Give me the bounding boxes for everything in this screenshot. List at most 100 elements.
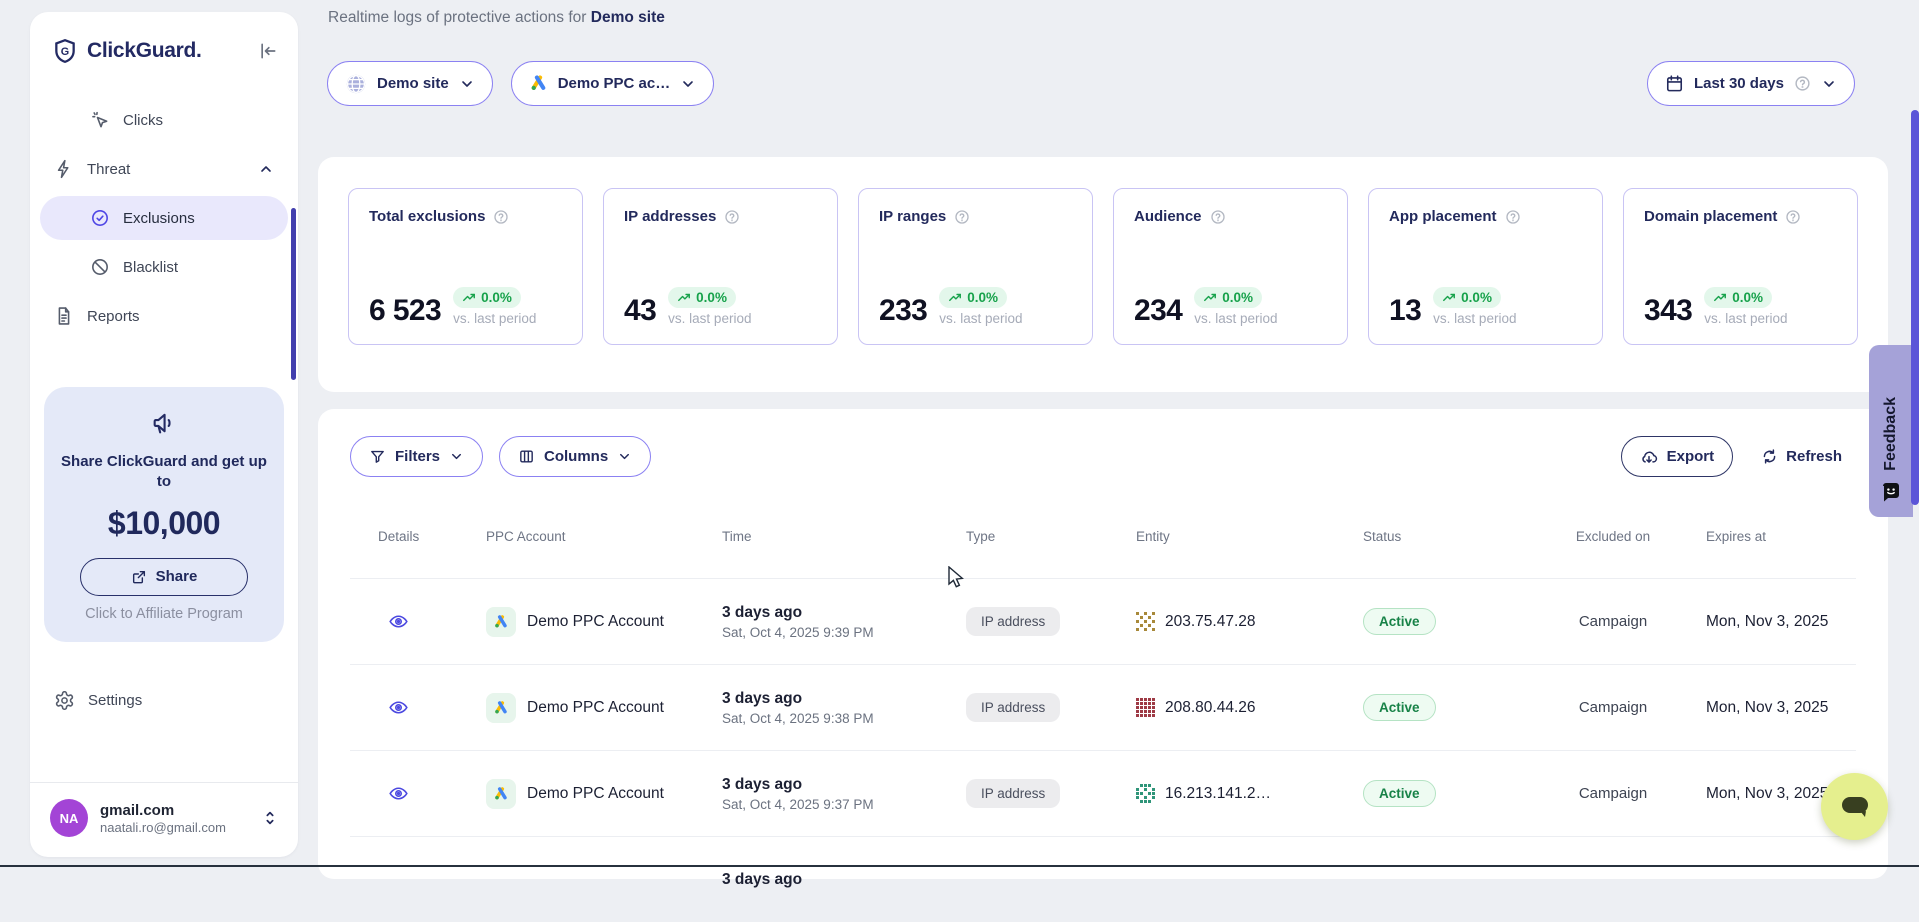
logo-text: ClickGuard. (87, 39, 202, 63)
sidebar-item-reports[interactable]: Reports (40, 294, 288, 338)
status-cell: Active (1363, 694, 1560, 721)
trending-up-icon (677, 291, 691, 305)
delta-value: 0.0% (481, 290, 512, 305)
sidebar: G ClickGuard. Clicks Threat (30, 12, 298, 857)
collapse-sidebar-icon[interactable] (258, 41, 278, 61)
affiliate-promo-card[interactable]: Share ClickGuard and get up to $10,000 S… (44, 387, 284, 642)
refresh-button[interactable]: Refresh (1761, 448, 1842, 465)
entity-cell: 208.80.44.26 (1136, 698, 1363, 717)
clickguard-shield-icon: G (52, 38, 78, 64)
stat-value: 13 (1389, 296, 1421, 326)
feedback-tab[interactable]: Feedback (1869, 345, 1913, 517)
stat-card-ip-addresses: IP addresses 43 0.0% vs. last period (603, 188, 838, 345)
table-row: Demo PPC Account 3 days ago Sat, Oct 4, … (350, 750, 1856, 836)
chevron-down-icon (680, 76, 696, 92)
entity-identicon (1136, 612, 1155, 631)
columns-icon (518, 448, 535, 465)
status-cell: Active (1363, 608, 1560, 635)
avatar: NA (50, 799, 88, 837)
time-relative: 3 days ago (722, 871, 966, 889)
delta-badge: 0.0% (1433, 287, 1501, 308)
google-ads-icon (486, 779, 516, 809)
details-eye-icon[interactable] (350, 783, 486, 804)
gear-icon (54, 690, 75, 711)
help-circle-icon[interactable] (493, 209, 509, 225)
feedback-tab-label: Feedback (1882, 397, 1900, 471)
expires-at-cell: Mon, Nov 3, 2025 (1666, 699, 1856, 717)
promo-amount: $10,000 (58, 505, 270, 542)
status-badge: Active (1363, 694, 1436, 721)
share-button[interactable]: Share (80, 558, 248, 596)
chevron-up-icon[interactable] (258, 161, 274, 177)
sidebar-nav: Clicks Threat Exclusions (30, 64, 298, 343)
chevrons-up-down-icon[interactable] (262, 809, 278, 827)
help-circle-icon[interactable] (724, 209, 740, 225)
filters-button[interactable]: Filters (350, 436, 483, 477)
chevron-down-icon (459, 76, 475, 92)
date-range-selector[interactable]: Last 30 days (1647, 61, 1855, 106)
page-scrollbar[interactable] (1911, 110, 1919, 505)
time-cell: 3 days ago (722, 871, 966, 889)
logs-panel: Filters Columns (318, 409, 1888, 879)
type-badge: IP address (966, 779, 1060, 808)
trending-up-icon (1442, 291, 1456, 305)
table-header-row: Details PPC Account Time Type Entity Sta… (350, 487, 1856, 578)
type-badge: IP address (966, 693, 1060, 722)
entity-value: 203.75.47.28 (1165, 613, 1256, 631)
trending-up-icon (462, 291, 476, 305)
type-badge: IP address (966, 607, 1060, 636)
date-range-value: Last 30 days (1694, 75, 1784, 92)
help-circle-icon[interactable] (1505, 209, 1521, 225)
delta-value: 0.0% (1222, 290, 1253, 305)
site-selector-value: Demo site (377, 75, 449, 92)
ppc-account-selector[interactable]: Demo PPC ac… (511, 61, 715, 106)
external-link-icon (131, 569, 147, 585)
page-title-prefix: Realtime logs of protective actions for (328, 9, 591, 26)
page-title-site: Demo site (591, 9, 665, 26)
help-circle-icon[interactable] (1785, 209, 1801, 225)
export-button[interactable]: Export (1621, 436, 1734, 477)
sidebar-item-label: Clicks (123, 112, 163, 129)
columns-button[interactable]: Columns (499, 436, 651, 477)
delta-value: 0.0% (967, 290, 998, 305)
file-text-icon (54, 306, 74, 326)
help-circle-icon[interactable] (954, 209, 970, 225)
details-eye-icon[interactable] (350, 697, 486, 718)
time-relative: 3 days ago (722, 690, 966, 708)
sidebar-item-threat[interactable]: Threat (40, 147, 288, 191)
promo-caption: Click to Affiliate Program (58, 606, 270, 622)
ppc-account-cell: Demo PPC Account (486, 607, 722, 637)
sidebar-item-exclusions[interactable]: Exclusions (40, 196, 288, 240)
entity-identicon (1136, 698, 1155, 717)
col-header-details: Details (350, 529, 486, 544)
sidebar-item-clicks[interactable]: Clicks (40, 98, 288, 142)
details-eye-icon[interactable] (350, 611, 486, 632)
stat-card-ip-ranges: IP ranges 233 0.0% vs. last period (858, 188, 1093, 345)
col-header-expires-at: Expires at (1666, 529, 1856, 544)
delta-value: 0.0% (696, 290, 727, 305)
user-account[interactable]: NA gmail.com naatali.ro@gmail.com (30, 782, 298, 857)
sidebar-item-settings[interactable]: Settings (30, 690, 298, 711)
calendar-icon (1665, 74, 1684, 93)
sidebar-scrollbar[interactable] (291, 208, 296, 380)
cursor-click-icon (90, 110, 110, 130)
sidebar-item-label: Settings (88, 692, 142, 709)
help-circle-icon[interactable] (1210, 209, 1226, 225)
ppc-account-selector-value: Demo PPC ac… (558, 75, 671, 92)
delta-caption: vs. last period (1433, 311, 1516, 326)
ppc-account-name: Demo PPC Account (527, 699, 664, 717)
type-cell: IP address (966, 779, 1136, 808)
status-badge: Active (1363, 780, 1436, 807)
stat-label: Total exclusions (369, 208, 485, 225)
globe-icon (345, 73, 367, 95)
table-row: Demo PPC Account 3 days ago Sat, Oct 4, … (350, 578, 1856, 664)
expires-at-cell: Mon, Nov 3, 2025 (1666, 613, 1856, 631)
entity-value: 16.213.141.2… (1165, 785, 1271, 803)
site-selector[interactable]: Demo site (327, 61, 493, 106)
sidebar-item-blacklist[interactable]: Blacklist (40, 245, 288, 289)
user-name: gmail.com (100, 802, 226, 819)
delta-caption: vs. last period (668, 311, 751, 326)
chat-launcher-button[interactable] (1821, 773, 1888, 840)
main-content: Realtime logs of protective actions for … (318, 0, 1888, 867)
filters-button-label: Filters (395, 448, 440, 465)
